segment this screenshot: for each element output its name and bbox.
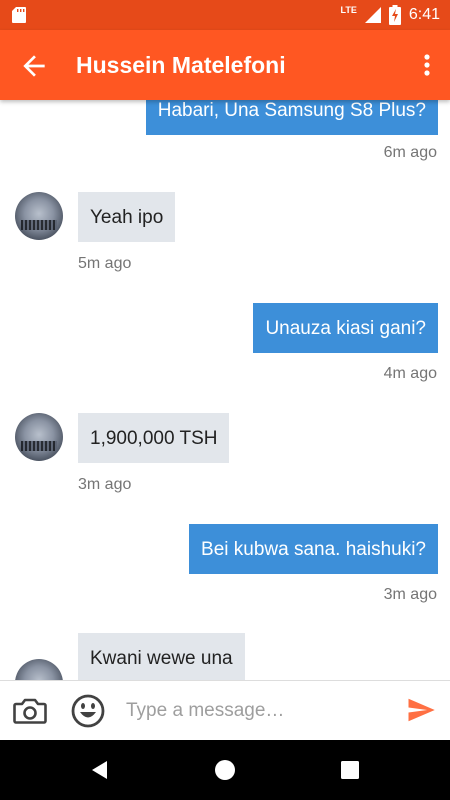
status-bar: LTE 6:41 [0,0,450,30]
message-list[interactable]: Habari, Una Samsung S8 Plus? 6m ago Yeah… [0,100,450,680]
arrow-back-icon[interactable] [18,50,50,82]
network-type-label: LTE [340,5,357,15]
app-bar: Hussein Matelefoni [0,30,450,100]
battery-charging-icon [388,5,401,25]
sent-message-bubble[interactable]: Bei kubwa sana. haishuki? [189,524,438,574]
message-composer: Type a message… [0,680,450,740]
system-navigation-bar [0,740,450,800]
received-message-bubble[interactable]: Kwani wewe una [78,633,245,680]
conversation-title: Hussein Matelefoni [76,52,286,78]
received-message-bubble[interactable]: Yeah ipo [78,192,176,242]
emoji-icon[interactable] [70,693,106,729]
contact-avatar[interactable] [15,192,63,240]
message-timestamp: 6m ago [383,144,437,161]
message-timestamp: 3m ago [78,476,132,493]
sent-message-bubble[interactable]: Unauza kiasi gani? [253,303,438,353]
nav-recents-icon[interactable] [338,758,362,782]
signal-icon [364,7,381,23]
message-input[interactable]: Type a message… [126,695,396,727]
camera-icon[interactable] [12,693,48,729]
sd-card-icon [12,7,26,23]
message-timestamp: 4m ago [383,365,437,382]
message-timestamp: 3m ago [383,586,437,603]
more-vert-icon[interactable] [418,50,436,80]
sent-message-bubble[interactable]: Habari, Una Samsung S8 Plus? [145,100,438,135]
received-message-bubble[interactable]: 1,900,000 TSH [78,413,230,463]
contact-avatar[interactable] [15,413,63,461]
send-icon[interactable] [406,695,436,725]
nav-home-icon[interactable] [213,758,237,782]
contact-avatar[interactable] [15,659,63,680]
message-timestamp: 5m ago [78,255,132,272]
nav-back-icon[interactable] [88,758,112,782]
clock: 6:41 [408,6,440,23]
